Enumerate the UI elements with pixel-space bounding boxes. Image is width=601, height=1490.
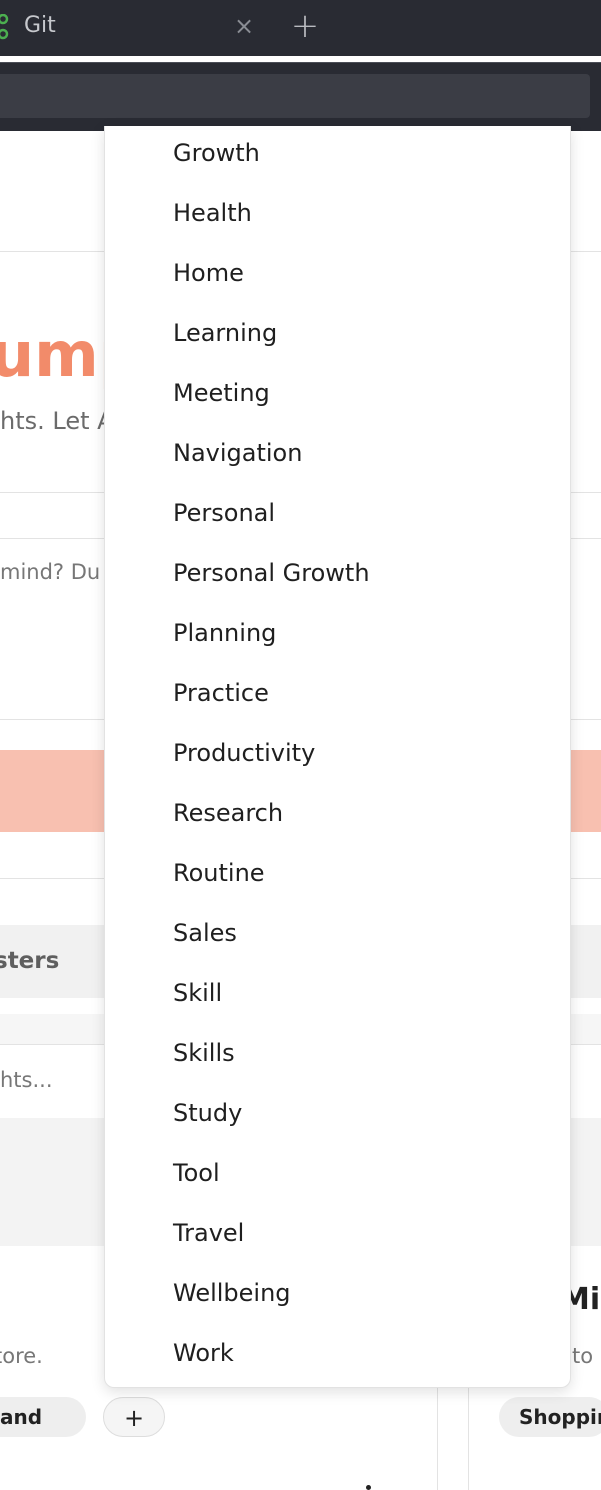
dropdown-option[interactable]: Tool xyxy=(173,1143,553,1203)
dropdown-option[interactable]: Planning xyxy=(173,603,553,663)
dropdown-option[interactable]: Study xyxy=(173,1083,553,1143)
dropdown-option[interactable]: Growth xyxy=(173,123,553,183)
tag-pill[interactable]: and xyxy=(0,1397,86,1437)
address-bar[interactable] xyxy=(0,74,590,118)
dropdown-option[interactable]: Personal xyxy=(173,483,553,543)
tag-pill[interactable]: Shoppin xyxy=(499,1397,601,1437)
dropdown-option[interactable]: Learning xyxy=(173,303,553,363)
prompt-input-text[interactable]: mind? Du xyxy=(0,560,100,584)
dropdown-option[interactable]: Skills xyxy=(173,1023,553,1083)
tab-title: Git xyxy=(24,13,56,38)
more-icon[interactable] xyxy=(366,1485,371,1490)
dropdown-option[interactable]: Practice xyxy=(173,663,553,723)
dropdown-option[interactable]: Work xyxy=(173,1323,553,1383)
card-description: tore. xyxy=(0,1344,43,1368)
dropdown-option[interactable]: Productivity xyxy=(173,723,553,783)
category-dropdown: Growth Health Home Learning Meeting Navi… xyxy=(104,126,571,1388)
dropdown-option[interactable]: Wellbeing xyxy=(173,1263,553,1323)
dropdown-option[interactable]: Personal Growth xyxy=(173,543,553,603)
dropdown-option[interactable]: Travel xyxy=(173,1203,553,1263)
search-input[interactable]: hts... xyxy=(0,1068,53,1092)
dropdown-option[interactable]: Research xyxy=(173,783,553,843)
browser-tabstrip: Git × + xyxy=(0,0,601,56)
dropdown-option[interactable]: Routine xyxy=(173,843,553,903)
dropdown-option[interactable]: Navigation xyxy=(173,423,553,483)
git-icon xyxy=(0,13,12,40)
dropdown-option[interactable]: Sales xyxy=(173,903,553,963)
add-tag-button[interactable]: + xyxy=(103,1397,165,1437)
browser-tab[interactable]: Git × xyxy=(0,0,270,56)
dropdown-option[interactable]: Health xyxy=(173,183,553,243)
hero-subtitle: hts. Let A xyxy=(0,407,114,435)
dropdown-option[interactable]: Skill xyxy=(173,963,553,1023)
card-description: to xyxy=(572,1344,594,1368)
clusters-label: sters xyxy=(0,948,60,974)
dropdown-option[interactable]: Meeting xyxy=(173,363,553,423)
new-tab-button[interactable]: + xyxy=(290,9,320,44)
dropdown-option[interactable]: Home xyxy=(173,243,553,303)
close-tab-icon[interactable]: × xyxy=(232,12,256,40)
